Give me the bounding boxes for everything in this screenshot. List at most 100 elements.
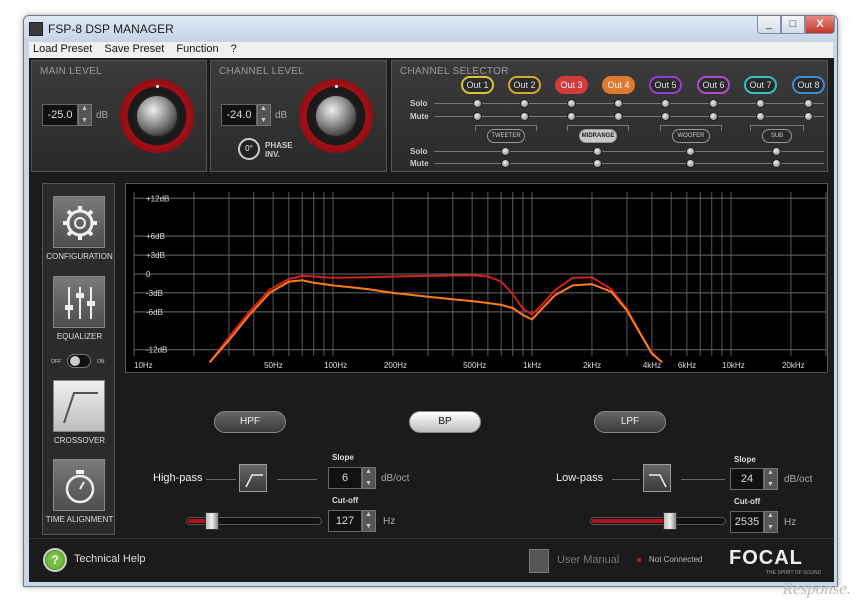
high-pass-cutoff-label: Cut-off — [332, 496, 359, 505]
nav-time-alignment[interactable]: TIME ALIGNMENT — [43, 459, 116, 529]
high-pass-slider-thumb[interactable] — [205, 512, 219, 530]
low-pass-slope-input[interactable]: 24 — [730, 468, 764, 490]
high-pass-slider[interactable] — [186, 512, 322, 530]
menu-help[interactable]: ? — [227, 42, 242, 55]
output-8-solo-button[interactable] — [804, 99, 813, 108]
tab-lpf[interactable]: LPF — [594, 411, 666, 433]
high-pass-shape-button[interactable] — [239, 464, 267, 492]
output-3-mute-button[interactable] — [567, 112, 576, 121]
x-tick-label: 50Hz — [264, 361, 283, 370]
nav-crossover-label: CROSSOVER — [53, 436, 106, 445]
low-pass-shape-button[interactable] — [643, 464, 671, 492]
frequency-response-chart: +12dB +6dB +3dB 0 -3dB -6dB -12dB 10Hz 50Hz 100Hz… — [133, 192, 827, 370]
high-pass-slope-stepper[interactable] — [362, 467, 376, 489]
menu-save-preset[interactable]: Save Preset — [100, 42, 169, 55]
high-pass-cutoff-stepper[interactable] — [362, 510, 376, 532]
y-tick-label: 0 — [146, 270, 151, 279]
high-pass-slope-label: Slope — [332, 453, 354, 462]
output-4-button[interactable]: Out 4 — [602, 76, 635, 94]
connection-status: Not Connected — [649, 555, 703, 564]
eq-toggle[interactable] — [67, 354, 91, 368]
user-manual-link[interactable]: User Manual — [557, 554, 619, 566]
phase-invert-label: PHASE INV. — [265, 141, 293, 159]
nav-equalizer[interactable]: EQUALIZER — [43, 276, 116, 346]
output-4-mute-button[interactable] — [614, 112, 623, 121]
output-8-button[interactable]: Out 8 — [792, 76, 825, 94]
low-pass-cutoff-input[interactable]: 2535 — [730, 511, 764, 533]
group-tweeter-button[interactable]: TWEETER — [487, 129, 525, 143]
close-button[interactable]: X — [805, 16, 835, 34]
channel-level-knob[interactable] — [299, 79, 373, 153]
output-2-button[interactable]: Out 2 — [508, 76, 541, 94]
output-1-solo-button[interactable] — [473, 99, 482, 108]
low-pass-slope-stepper[interactable] — [764, 468, 778, 490]
output-4-solo-button[interactable] — [614, 99, 623, 108]
group-woofer-solo-button[interactable] — [686, 147, 695, 156]
group-sub-mute-button[interactable] — [772, 159, 781, 168]
output-7-solo-button[interactable] — [756, 99, 765, 108]
nav-crossover[interactable]: CROSSOVER — [43, 380, 116, 450]
technical-help-link[interactable]: Technical Help — [74, 553, 146, 565]
x-tick-label: 6kHz — [678, 361, 696, 370]
mute-label: Mute — [410, 112, 429, 121]
main-level-knob[interactable] — [120, 79, 194, 153]
group-tweeter-mute-button[interactable] — [501, 159, 510, 168]
app-window: FSP-8 DSP MANAGER _ □ X Load Preset Save… — [23, 15, 838, 587]
x-tick-label: 1kHz — [523, 361, 541, 370]
output-3-button[interactable]: Out 3 — [555, 76, 588, 94]
output-3-solo-button[interactable] — [567, 99, 576, 108]
main-level-input[interactable]: -25.0 — [42, 104, 78, 126]
tab-bp[interactable]: BP — [409, 411, 481, 433]
output-2-mute-button[interactable] — [520, 112, 529, 121]
output-1-mute-button[interactable] — [473, 112, 482, 121]
channel-level-stepper[interactable] — [257, 104, 271, 126]
low-pass-slope-unit: dB/oct — [784, 474, 813, 485]
nav-configuration[interactable]: CONFIGURATION — [43, 196, 116, 266]
output-2-solo-button[interactable] — [520, 99, 529, 108]
nav-configuration-label: CONFIGURATION — [46, 252, 113, 261]
frequency-response-graph: +12dB +6dB +3dB 0 -3dB -6dB -12dB 10Hz 50Hz 100Hz… — [125, 183, 828, 373]
high-pass-label: High-pass — [153, 472, 203, 484]
output-5-button[interactable]: Out 5 — [649, 76, 682, 94]
group-woofer-mute-button[interactable] — [686, 159, 695, 168]
group-midrange-solo-button[interactable] — [593, 147, 602, 156]
output-8-mute-button[interactable] — [804, 112, 813, 121]
low-pass-slider[interactable] — [590, 512, 726, 530]
group-sub-solo-button[interactable] — [772, 147, 781, 156]
x-tick-label: 10Hz — [134, 361, 153, 370]
main-level-stepper[interactable] — [78, 104, 92, 126]
help-icon[interactable]: ? — [43, 548, 67, 572]
tab-hpf[interactable]: HPF — [214, 411, 286, 433]
menu-function[interactable]: Function — [172, 42, 223, 55]
gear-icon — [53, 196, 105, 248]
output-5-mute-button[interactable] — [661, 112, 670, 121]
y-tick-label: +3dB — [146, 251, 165, 260]
maximize-button[interactable]: □ — [781, 16, 805, 34]
focal-logo: FOCAL — [729, 547, 803, 569]
y-tick-label: -6dB — [146, 308, 163, 317]
high-pass-slope-input[interactable]: 6 — [328, 467, 362, 489]
group-woofer-button[interactable]: WOOFER — [672, 129, 710, 143]
channel-level-input[interactable]: -24.0 — [221, 104, 257, 126]
output-7-button[interactable]: Out 7 — [744, 76, 777, 94]
output-6-solo-button[interactable] — [709, 99, 718, 108]
group-midrange-button[interactable]: MIDRANGE — [579, 129, 617, 143]
group-midrange-mute-button[interactable] — [593, 159, 602, 168]
crossover-icon — [53, 380, 105, 432]
channel-level-title: CHANNEL LEVEL — [219, 66, 305, 77]
output-7-mute-button[interactable] — [756, 112, 765, 121]
group-tweeter-solo-button[interactable] — [501, 147, 510, 156]
low-pass-cutoff-stepper[interactable] — [764, 511, 778, 533]
output-1-button[interactable]: Out 1 — [461, 76, 494, 94]
output-6-mute-button[interactable] — [709, 112, 718, 121]
eq-toggle-on-label: ON — [97, 359, 105, 365]
output-5-solo-button[interactable] — [661, 99, 670, 108]
menu-load-preset[interactable]: Load Preset — [29, 42, 97, 55]
minimize-button[interactable]: _ — [757, 16, 781, 34]
phase-invert-button[interactable]: 0° — [238, 138, 260, 160]
output-6-button[interactable]: Out 6 — [697, 76, 730, 94]
low-pass-slider-thumb[interactable] — [663, 512, 677, 530]
high-pass-cutoff-input[interactable]: 127 — [328, 510, 362, 532]
pdf-icon[interactable] — [529, 549, 549, 573]
group-sub-button[interactable]: SUB — [762, 129, 792, 143]
